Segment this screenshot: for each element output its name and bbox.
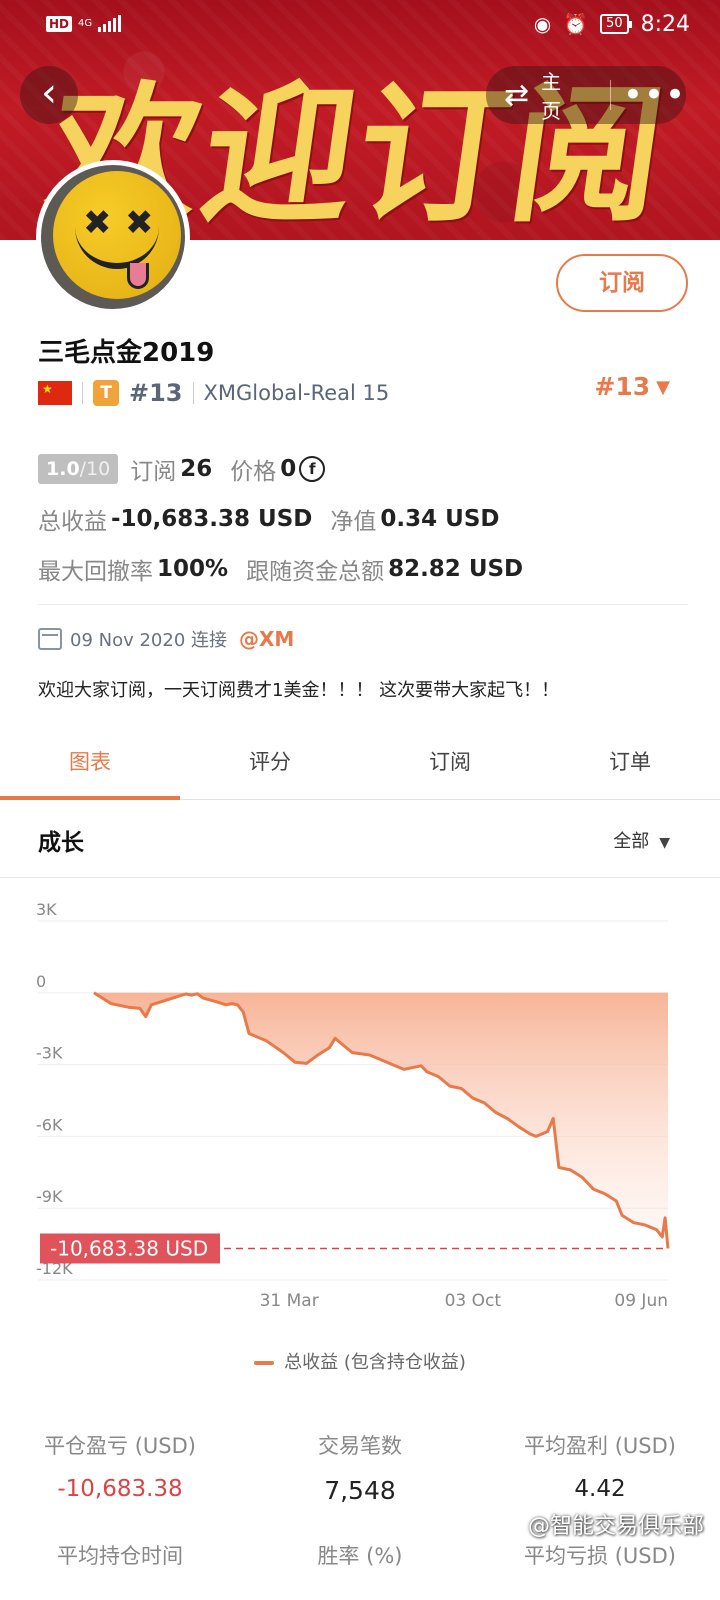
period-filter-label[interactable]: 全部	[613, 831, 649, 852]
status-bar: HD 4G ◉ ⏰ 50 8:24	[0, 0, 720, 48]
calendar-icon	[38, 628, 62, 650]
summary-closed-pnl: 平仓盈亏 (USD) -10,683.38	[0, 1430, 240, 1505]
summary-label: 交易笔数	[318, 1434, 402, 1458]
caret-down-icon[interactable]: ▼	[659, 835, 670, 851]
rating-max: /10	[79, 458, 111, 480]
max-drawdown-value: 100%	[157, 556, 229, 582]
summary-value: 4.42	[574, 1476, 626, 1502]
legend-label[interactable]: 总收益 (包含持仓收益)	[284, 1352, 466, 1373]
rank-dropdown-label[interactable]: #13	[594, 372, 650, 401]
y-tick-label: -6K	[36, 1115, 63, 1134]
swap-icon[interactable]: ⇄	[504, 78, 529, 113]
summary-win-rate: 胜率 (%)	[317, 1544, 403, 1568]
tab-orders[interactable]: 订单	[540, 734, 720, 799]
connect-row: 09 Nov 2020 连接 @XM	[38, 626, 294, 652]
y-tick-label: -3K	[36, 1044, 63, 1063]
summary-row: 平仓盈亏 (USD) -10,683.38 交易笔数 7,548 平均盈利 (U…	[0, 1430, 720, 1505]
chevron-left-icon: ‹	[41, 70, 57, 116]
x-tick-label: 09 Jun	[614, 1291, 668, 1310]
broker-link[interactable]: @XM	[239, 627, 294, 651]
subscriptions-value: 26	[180, 456, 213, 482]
summary-label: 平均盈利 (USD)	[524, 1434, 676, 1458]
trader-description: 欢迎大家订阅，一天订阅费才1美金！！！ 这次要带大家起飞！！	[38, 680, 560, 701]
trader-name: 三毛点金2019	[38, 338, 215, 368]
rank-dropdown[interactable]: #13 ▼	[594, 372, 670, 401]
summary-trade-count: 交易笔数 7,548	[240, 1430, 480, 1505]
back-button[interactable]: ‹	[20, 66, 78, 124]
equity-value: 0.34 USD	[380, 506, 500, 532]
growth-chart: 3K0-3K-6K-9K-12K -10,683.38 USD 31 Mar 03…	[36, 900, 670, 1310]
x-tick-label: 03 Oct	[445, 1291, 502, 1310]
equity-label: 净值	[330, 509, 377, 535]
network-type: 4G	[78, 18, 93, 29]
home-label[interactable]: 主页	[541, 66, 580, 124]
trader-meta-row: ★ T #13 XMGlobal-Real 15	[38, 374, 389, 412]
china-flag-icon: ★	[38, 381, 72, 405]
summary-row-2: 平均持仓时间 胜率 (%) 平均亏损 (USD)	[0, 1540, 720, 1570]
total-profit-value: -10,683.38 USD	[111, 506, 313, 532]
chart-legend[interactable]: 总收益 (包含持仓收益)	[0, 1348, 720, 1374]
avatar[interactable]: ✖ ✖	[36, 160, 190, 314]
summary-avg-holding-time: 平均持仓时间	[57, 1544, 183, 1568]
rank-label: #13	[129, 379, 183, 407]
legend-swatch	[254, 1361, 275, 1365]
smile-mouth	[75, 221, 159, 269]
summary-value: -10,683.38	[57, 1476, 183, 1502]
stats-row-2: 总收益 -10,683.38 USD 净值 0.34 USD	[38, 502, 499, 536]
watermark: @智能交易俱乐部	[527, 1514, 704, 1539]
battery-icon: 50	[600, 14, 632, 34]
pill-divider	[609, 80, 611, 110]
smiley-face-icon: ✖ ✖	[53, 171, 181, 299]
total-profit-label: 总收益	[38, 509, 107, 535]
y-tick-label: 0	[36, 972, 46, 991]
summary-value: 7,548	[324, 1476, 396, 1505]
eye-icon: ◉	[533, 12, 552, 36]
hd-badge: HD	[46, 16, 73, 32]
more-icon[interactable]: •••	[623, 66, 686, 124]
meta-separator	[192, 382, 194, 404]
summary-avg-profit: 平均盈利 (USD) 4.42	[480, 1430, 720, 1505]
stats-row-1: 1.0/10 订阅 26 价格 0 f	[38, 452, 326, 486]
series-area	[94, 992, 668, 1249]
alarm-icon: ⏰	[563, 12, 589, 36]
connect-date: 09 Nov 2020 连接	[70, 630, 228, 651]
x-tick-label: 31 Mar	[260, 1291, 319, 1310]
summary-avg-loss: 平均亏损 (USD)	[524, 1544, 676, 1568]
y-tick-label: 3K	[36, 900, 57, 919]
price-label: 价格	[230, 459, 277, 485]
coin-icon: f	[299, 456, 326, 482]
y-tick-label: -9K	[36, 1187, 63, 1206]
growth-header: 成长 全部 ▼	[0, 802, 720, 878]
tab-subscribe[interactable]: 订阅	[360, 734, 540, 799]
growth-title: 成长	[38, 829, 84, 856]
subscribe-button[interactable]: 订阅	[556, 254, 688, 312]
tab-chart[interactable]: 图表	[0, 734, 180, 800]
caret-down-icon[interactable]: ▼	[656, 377, 670, 398]
period-filter[interactable]: 全部 ▼	[613, 827, 670, 853]
meta-separator	[82, 382, 83, 404]
home-menu-pill[interactable]: ⇄ 主页 •••	[486, 66, 686, 124]
subscriptions-label: 订阅	[130, 459, 177, 485]
follow-funds-label: 跟随资金总额	[246, 559, 385, 585]
tab-rating[interactable]: 评分	[180, 734, 360, 799]
follow-funds-value: 82.82 USD	[388, 556, 524, 582]
max-drawdown-label: 最大回撤率	[38, 559, 153, 585]
price-value: 0	[280, 456, 297, 482]
rating-value: 1.0	[46, 458, 80, 480]
account-label: XMGlobal-Real 15	[203, 381, 390, 405]
signal-icon	[98, 15, 122, 32]
divider	[38, 604, 688, 605]
stats-row-3: 最大回撤率 100% 跟随资金总额 82.82 USD	[38, 552, 523, 586]
tier-badge: T	[93, 380, 119, 406]
current-value-label: -10,683.38 USD	[50, 1236, 208, 1260]
tongue	[127, 263, 149, 289]
summary-label: 平仓盈亏 (USD)	[44, 1434, 196, 1458]
rating-badge: 1.0/10	[38, 454, 119, 484]
clock: 8:24	[640, 11, 690, 37]
tab-bar: 图表 评分 订阅 订单	[0, 734, 720, 800]
